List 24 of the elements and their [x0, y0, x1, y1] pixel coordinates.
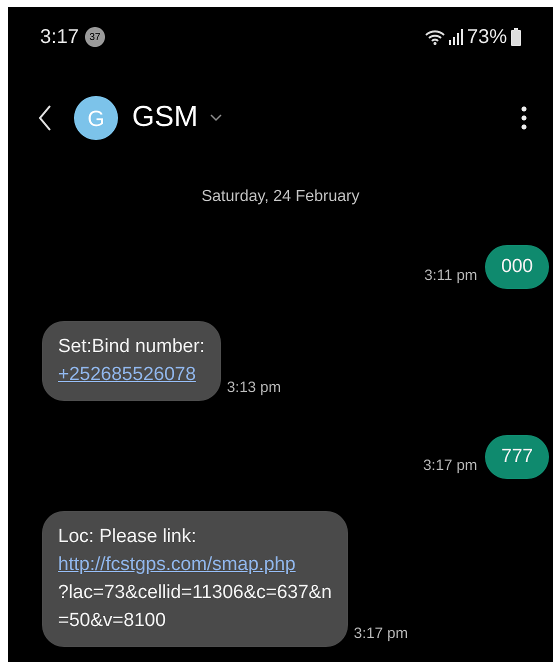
message-text: =50&v=8100 [58, 609, 167, 633]
message-text: ?lac=73&cellid=11306&c=637&n [58, 581, 332, 605]
battery-percent: 73% [466, 25, 507, 50]
wifi-icon [424, 29, 445, 45]
message-text: Loc: Please link: [58, 525, 198, 549]
status-time: 3:17 [40, 25, 79, 50]
battery-icon [511, 28, 521, 46]
chevron-down-icon[interactable] [210, 114, 222, 122]
message-time: 3:17 pm [354, 624, 408, 644]
back-icon[interactable] [38, 104, 52, 132]
date-divider: Saturday, 24 February [201, 187, 360, 207]
message-time: 3:11 pm [424, 266, 478, 286]
message-link[interactable]: http://fcstgps.com/smap.php [58, 551, 332, 579]
contact-avatar: G [74, 96, 118, 140]
notification-badge: 37 [84, 27, 105, 47]
contact-name[interactable]: GSM [132, 96, 198, 140]
message-time: 3:17 pm [423, 456, 478, 476]
message-link[interactable]: +252685526078 [58, 361, 205, 389]
signal-icon [448, 29, 463, 45]
more-options-icon[interactable] [521, 106, 527, 130]
message-time: 3:13 pm [226, 378, 282, 398]
message-text: Set:Bind number: [58, 335, 205, 359]
message-text: 777 [501, 445, 533, 469]
message-text: 000 [501, 255, 533, 279]
